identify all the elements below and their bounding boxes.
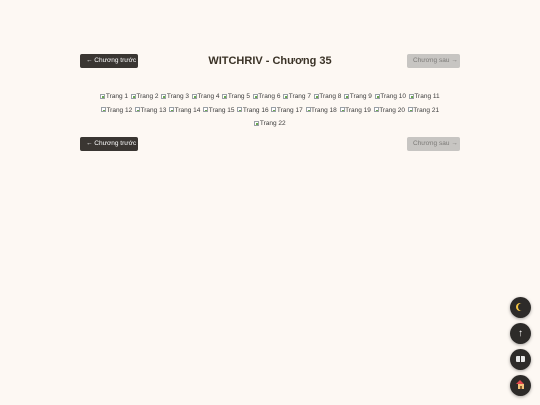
chapter-list-button[interactable] — [510, 349, 531, 370]
prev-chapter-button-bottom[interactable]: ← Chương trước — [80, 137, 138, 151]
broken-image-icon — [374, 93, 380, 99]
broken-image-icon — [191, 93, 197, 99]
page-image: Trang 21 — [407, 104, 440, 118]
broken-image-icon — [100, 107, 106, 112]
page-image: Trang 13 — [135, 104, 166, 118]
next-chapter-button[interactable]: Chương sau → — [407, 54, 460, 68]
page-image: Trang 8 — [313, 90, 342, 104]
bottom-chapter-nav: ← Chương trước Chương sau → — [80, 137, 460, 151]
broken-image-icon — [339, 107, 345, 112]
page-image: Trang 11 — [408, 90, 440, 104]
chapter-pages: Trang 1 Trang 2 Trang 3 Trang 4 Trang 5 … — [80, 90, 460, 131]
page-image-alt: Trang 2 — [136, 93, 159, 100]
page-image-alt: Trang 3 — [166, 93, 190, 100]
page-image: Trang 5 — [222, 90, 250, 104]
broken-image-icon — [373, 107, 379, 112]
broken-image-icon — [283, 93, 289, 99]
arrow-up-icon: ↑ — [518, 328, 523, 339]
page-image-alt: Trang 18 — [311, 106, 337, 114]
page-image: Trang 18 — [305, 104, 337, 118]
page-image-alt: Trang 7 — [288, 93, 311, 100]
broken-image-icon — [135, 107, 141, 112]
page-image: Trang 12 — [100, 104, 133, 118]
page-image: Trang 19 — [339, 104, 371, 118]
moon-icon — [518, 303, 526, 311]
page-image: Trang 1 — [100, 90, 128, 104]
page-image-alt: Trang 8 — [319, 93, 342, 100]
broken-image-icon — [161, 93, 167, 99]
broken-image-icon — [408, 93, 414, 99]
broken-image-icon — [130, 93, 136, 99]
page-image-alt: Trang 11 — [414, 93, 440, 100]
dark-mode-toggle[interactable] — [510, 297, 531, 318]
page-image-alt: Trang 21 — [413, 106, 440, 114]
top-chapter-nav: ← Chương trước WITCHRIV - Chương 35 Chươ… — [80, 54, 460, 68]
page-image: Trang 15 — [203, 104, 235, 118]
book-icon — [516, 356, 525, 362]
broken-image-icon — [237, 107, 243, 112]
broken-image-icon — [271, 107, 277, 112]
page-image-alt: Trang 14 — [174, 106, 201, 114]
page-image: Trang 16 — [237, 104, 269, 118]
broken-image-icon — [407, 107, 413, 112]
broken-image-icon — [313, 93, 319, 99]
broken-image-icon — [203, 107, 209, 112]
page-image: Trang 17 — [271, 104, 303, 118]
page-image-alt: Trang 19 — [345, 106, 371, 114]
page-image: Trang 7 — [283, 90, 311, 104]
page-image: Trang 22 — [254, 117, 286, 131]
page-image-alt: Trang 6 — [258, 93, 281, 100]
house-icon — [516, 380, 525, 389]
page-image-alt: Trang 1 — [105, 93, 129, 100]
chapter-title: WITCHRIV - Chương 35 — [208, 55, 332, 67]
broken-image-icon — [169, 107, 175, 112]
page-image: Trang 2 — [130, 90, 159, 104]
reader-page: ← Chương trước WITCHRIV - Chương 35 Chươ… — [0, 0, 540, 405]
page-image-alt: Trang 16 — [242, 106, 269, 114]
broken-image-icon — [305, 107, 311, 112]
page-image-alt: Trang 15 — [208, 106, 235, 114]
page-image: Trang 14 — [169, 104, 200, 118]
home-button[interactable] — [510, 375, 531, 396]
page-image-alt: Trang 9 — [349, 93, 372, 100]
page-image-alt: Trang 10 — [380, 93, 407, 100]
page-image: Trang 9 — [344, 90, 372, 104]
page-image-alt: Trang 12 — [106, 106, 133, 114]
broken-image-icon — [100, 93, 106, 99]
page-image-alt: Trang 4 — [197, 93, 220, 100]
page-image-alt: Trang 13 — [140, 106, 167, 114]
page-image-alt: Trang 22 — [259, 120, 286, 127]
broken-image-icon — [222, 93, 228, 99]
next-chapter-button-bottom[interactable]: Chương sau → — [407, 137, 460, 151]
page-image-alt: Trang 5 — [227, 93, 250, 100]
page-image: Trang 3 — [161, 90, 189, 104]
broken-image-icon — [254, 120, 260, 126]
page-image-alt: Trang 17 — [276, 106, 303, 114]
page-image: Trang 6 — [252, 90, 281, 104]
page-image-alt: Trang 20 — [379, 106, 405, 114]
broken-image-icon — [252, 93, 258, 99]
page-image: Trang 10 — [374, 90, 407, 104]
scroll-top-button[interactable]: ↑ — [510, 323, 531, 344]
page-image: Trang 20 — [373, 104, 405, 118]
page-image: Trang 4 — [191, 90, 220, 104]
broken-image-icon — [344, 93, 350, 99]
